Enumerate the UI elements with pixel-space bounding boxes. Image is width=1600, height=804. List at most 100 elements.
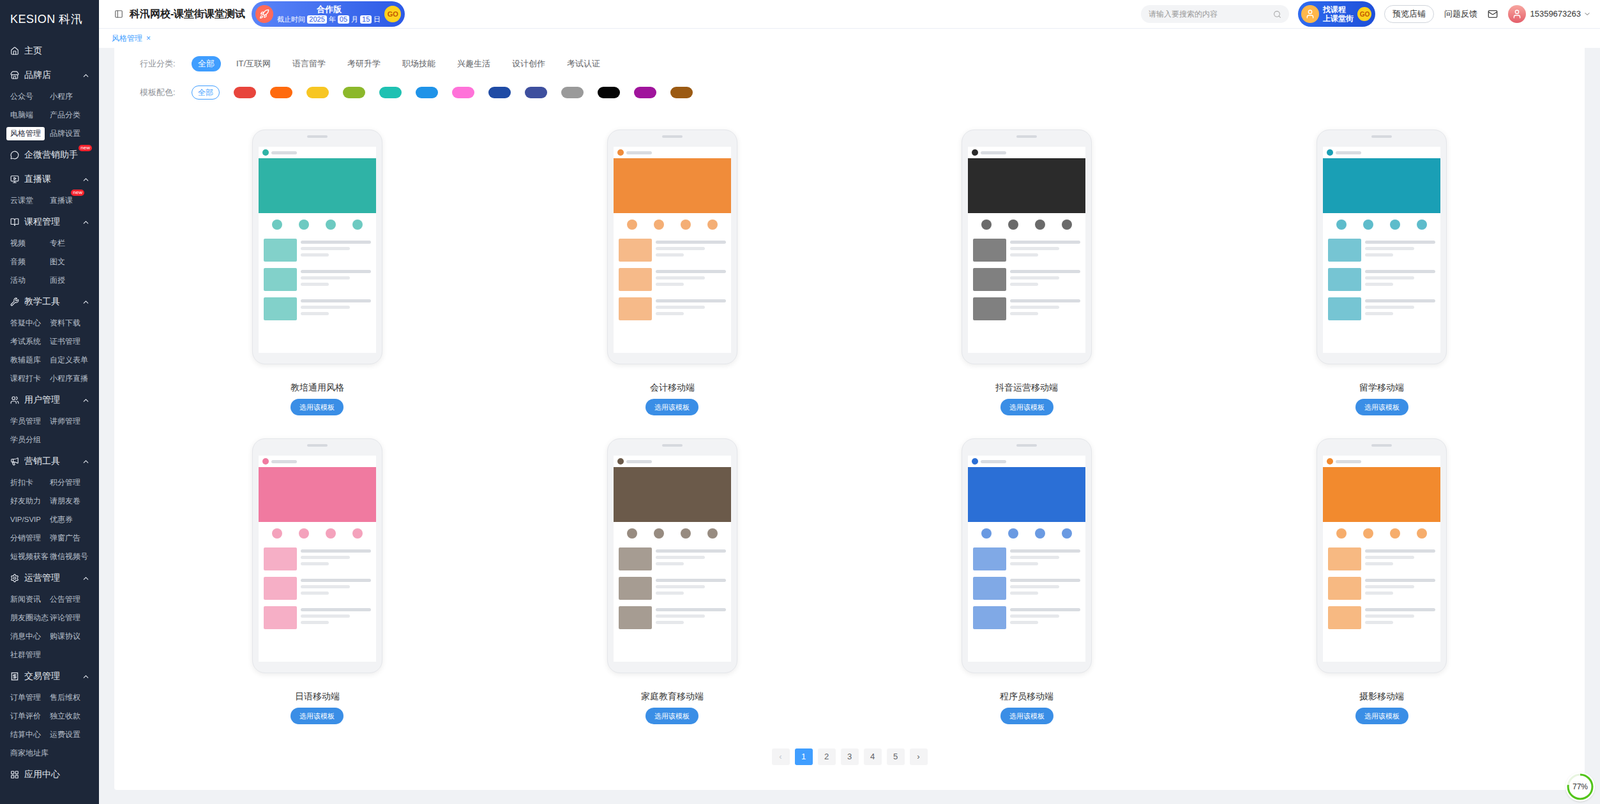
industry-option[interactable]: 全部 bbox=[191, 56, 221, 72]
page-button[interactable]: 2 bbox=[817, 748, 836, 766]
promo-banner[interactable]: 找课程上课堂街GO bbox=[1298, 1, 1376, 27]
sidebar-item[interactable]: 音频 bbox=[6, 255, 30, 269]
sidebar-item[interactable]: 答疑中心 bbox=[6, 316, 45, 331]
collapse-icon[interactable] bbox=[81, 672, 91, 682]
page-button[interactable]: 5 bbox=[886, 748, 905, 766]
collapse-icon[interactable] bbox=[81, 574, 91, 583]
industry-option[interactable]: 兴趣生活 bbox=[450, 56, 497, 72]
use-template-button[interactable]: 选用该模板 bbox=[645, 708, 699, 725]
sidebar-item[interactable]: 订单评价 bbox=[6, 709, 45, 724]
palette-all[interactable]: 全部 bbox=[191, 85, 220, 100]
template-preview[interactable] bbox=[607, 129, 738, 365]
page-button[interactable]: 3 bbox=[840, 748, 859, 766]
sidebar-group-header[interactable]: 运营管理 bbox=[0, 566, 99, 591]
sidebar-group-header[interactable]: 直播课 bbox=[0, 167, 99, 192]
page-button[interactable]: 1 bbox=[794, 748, 813, 766]
go-button[interactable]: GO bbox=[384, 5, 401, 23]
sidebar-item[interactable]: 短视频获客 bbox=[6, 550, 53, 564]
sidebar-item[interactable]: 购课协议 bbox=[45, 630, 85, 644]
color-swatch[interactable] bbox=[270, 86, 293, 99]
sidebar-group-header[interactable]: 教学工具 bbox=[0, 289, 99, 315]
page-tab[interactable]: 风格管理× bbox=[111, 32, 151, 45]
avatar[interactable] bbox=[1508, 5, 1526, 23]
template-preview[interactable] bbox=[961, 438, 1092, 674]
sidebar-item[interactable]: 专栏 bbox=[45, 236, 69, 251]
sidebar-item[interactable]: 请朋友卷 bbox=[45, 494, 85, 509]
sidebar-item[interactable]: 图文 bbox=[45, 255, 69, 269]
template-preview[interactable] bbox=[1316, 129, 1447, 365]
sidebar-item[interactable]: 折扣卡 bbox=[6, 476, 38, 490]
use-template-button[interactable]: 选用该模板 bbox=[290, 708, 344, 725]
industry-option[interactable]: 职场技能 bbox=[395, 56, 442, 72]
sidebar-item[interactable]: 好友助力 bbox=[6, 494, 45, 509]
color-swatch[interactable] bbox=[306, 86, 329, 99]
go-button[interactable]: GO bbox=[1357, 7, 1372, 22]
color-swatch[interactable] bbox=[561, 86, 584, 99]
color-swatch[interactable] bbox=[633, 86, 657, 99]
sidebar-group-header[interactable]: 品牌店 bbox=[0, 63, 99, 88]
sidebar-item[interactable]: 讲师管理 bbox=[45, 415, 85, 429]
sidebar-item[interactable]: 弹窗广告 bbox=[45, 531, 85, 546]
color-swatch[interactable] bbox=[452, 86, 475, 99]
edition-banner[interactable]: 合作版截止时间2025年05月15日GO bbox=[251, 1, 405, 27]
sidebar-group-header[interactable]: 企微营销助手new bbox=[0, 143, 99, 168]
feedback-link[interactable]: 问题反馈 bbox=[1444, 7, 1478, 21]
industry-option[interactable]: 语言留学 bbox=[286, 56, 333, 72]
sidebar-item[interactable]: 朋友圈动态 bbox=[6, 611, 53, 626]
sidebar-group-header[interactable]: 营销工具 bbox=[0, 449, 99, 474]
sidebar-item[interactable]: 学员分组 bbox=[6, 433, 45, 447]
sidebar-item[interactable]: 云课堂 bbox=[6, 194, 38, 208]
sidebar-item[interactable]: 独立收款 bbox=[45, 709, 85, 724]
progress-badge[interactable]: 77% bbox=[1565, 772, 1595, 802]
menu-toggle-icon[interactable] bbox=[114, 9, 124, 19]
sidebar-item[interactable]: 分销管理 bbox=[6, 531, 45, 546]
collapse-icon[interactable] bbox=[81, 298, 91, 307]
collapse-icon[interactable] bbox=[81, 396, 91, 405]
sidebar-group-header[interactable]: 交易管理 bbox=[0, 664, 99, 689]
sidebar-item[interactable]: 社群管理 bbox=[6, 648, 45, 663]
sidebar-item[interactable]: 公告管理 bbox=[45, 593, 85, 607]
app-center[interactable]: 应用中心 bbox=[0, 762, 99, 788]
search-icon[interactable] bbox=[1273, 10, 1282, 19]
sidebar-group-header[interactable]: 课程管理 bbox=[0, 210, 99, 235]
sidebar-item[interactable]: 学员管理 bbox=[6, 415, 45, 429]
template-preview[interactable] bbox=[961, 129, 1092, 365]
sidebar-item[interactable]: 售后维权 bbox=[45, 691, 85, 705]
search-input[interactable]: 请输入要搜索的内容 bbox=[1140, 5, 1290, 23]
color-swatch[interactable] bbox=[415, 86, 438, 99]
sidebar-item[interactable]: 面授 bbox=[45, 273, 69, 288]
sidebar-item[interactable]: VIP/SVIP bbox=[6, 513, 45, 527]
sidebar-item[interactable]: 运费设置 bbox=[45, 728, 85, 742]
mail-icon[interactable] bbox=[1487, 8, 1498, 20]
color-swatch[interactable] bbox=[379, 86, 402, 99]
sidebar-item[interactable]: 优惠券 bbox=[45, 513, 77, 527]
collapse-icon[interactable] bbox=[81, 218, 91, 227]
industry-option[interactable]: 设计创作 bbox=[505, 56, 552, 72]
close-tab-button[interactable]: × bbox=[146, 32, 151, 45]
industry-option[interactable]: 考研升学 bbox=[340, 56, 387, 72]
sidebar-item[interactable]: 消息中心 bbox=[6, 630, 45, 644]
sidebar-item[interactable]: 商家地址库 bbox=[6, 747, 53, 761]
sidebar-item[interactable]: 直播课new bbox=[45, 194, 77, 208]
preview-button[interactable]: 预览店铺 bbox=[1384, 5, 1434, 23]
logo[interactable]: KESION 科汛 bbox=[0, 0, 99, 39]
color-swatch[interactable] bbox=[233, 86, 257, 99]
use-template-button[interactable]: 选用该模板 bbox=[1000, 399, 1054, 416]
template-preview[interactable] bbox=[252, 129, 383, 365]
sidebar-item[interactable]: 视频 bbox=[6, 236, 30, 251]
template-preview[interactable] bbox=[252, 438, 383, 674]
sidebar-item[interactable]: 小程序直播 bbox=[45, 372, 92, 386]
color-swatch[interactable] bbox=[597, 86, 620, 99]
dropdown-icon[interactable] bbox=[1583, 10, 1592, 18]
collapse-icon[interactable] bbox=[81, 175, 91, 184]
sidebar-item[interactable]: 电脑端 bbox=[6, 108, 38, 122]
sidebar-item[interactable]: 公众号 bbox=[6, 90, 38, 104]
sidebar-item[interactable]: 微信视频号 bbox=[45, 550, 92, 564]
sidebar-item[interactable]: 小程序 bbox=[45, 90, 77, 104]
sidebar-item[interactable]: 积分管理 bbox=[45, 476, 85, 490]
industry-option[interactable]: 考试认证 bbox=[560, 56, 607, 72]
sidebar-group-header[interactable]: 主页 bbox=[0, 38, 99, 64]
sidebar-item[interactable]: 产品分类 bbox=[45, 108, 85, 122]
sidebar-item[interactable]: 自定义表单 bbox=[45, 353, 92, 368]
use-template-button[interactable]: 选用该模板 bbox=[1355, 708, 1409, 725]
